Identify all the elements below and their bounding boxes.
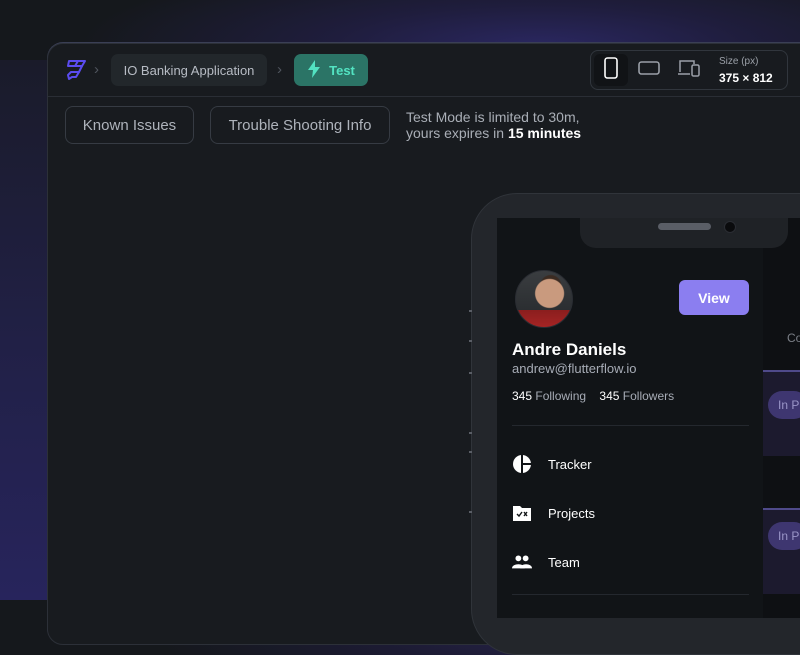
notice-prefix: yours expires in <box>406 125 508 141</box>
followers-label[interactable]: Followers <box>623 389 674 403</box>
menu-item-tracker[interactable]: Tracker <box>512 452 592 476</box>
profile-stats: 345 Following 345 Followers <box>512 389 674 403</box>
menu-item-projects[interactable]: Projects <box>512 501 595 525</box>
flutterflow-logo-icon[interactable] <box>64 58 88 82</box>
phone-side-button <box>469 432 472 434</box>
device-phone-button[interactable] <box>594 54 628 86</box>
device-tablet-button[interactable] <box>632 54 666 86</box>
background-glow-top <box>0 0 800 46</box>
notice-line-2: yours expires in 15 minutes <box>406 125 581 141</box>
phone-side-button <box>469 340 472 342</box>
breadcrumb-project[interactable]: IO Banking Application <box>111 54 267 86</box>
background-glow-left <box>0 60 48 600</box>
status-chip: In Pr <box>768 522 800 550</box>
phone-speaker <box>658 223 711 230</box>
drawer-divider <box>512 594 749 595</box>
following-label[interactable]: Following <box>535 389 586 403</box>
breadcrumb-chevron-icon: › <box>277 61 282 78</box>
profile-name: Andre Daniels <box>512 340 627 359</box>
team-icon <box>512 552 532 572</box>
menu-item-label: Projects <box>548 505 595 521</box>
test-mode-label: Test <box>329 62 355 78</box>
notice-time-remaining: 15 minutes <box>507 125 582 141</box>
status-chip: In Pr <box>768 391 800 419</box>
menu-item-team[interactable]: Team <box>512 550 580 574</box>
test-mode-button[interactable]: Test <box>294 54 368 86</box>
troubleshooting-info-button[interactable]: Trouble Shooting Info <box>210 106 390 144</box>
menu-item-label: Team <box>548 554 580 570</box>
profile-email: andrew@flutterflow.io <box>512 361 637 376</box>
phone-portrait-icon <box>604 56 618 84</box>
profile-avatar[interactable] <box>515 270 573 328</box>
project-card[interactable] <box>763 508 800 594</box>
background-page-header: Co <box>787 331 800 345</box>
breadcrumb-chevron-icon: › <box>94 61 99 78</box>
top-bar: › IO Banking Application › Test Size (px… <box>48 44 800 97</box>
size-value: 375 × 812 <box>719 71 773 85</box>
following-count: 345 <box>512 389 533 403</box>
tablet-landscape-icon <box>638 60 660 80</box>
test-mode-notice: Test Mode is limited to 30m, yours expir… <box>406 109 581 141</box>
lightning-icon <box>307 59 321 81</box>
phone-side-button <box>469 451 472 453</box>
phone-side-button <box>469 310 472 312</box>
size-label: Size (px) <box>719 56 759 67</box>
phone-camera <box>724 221 736 233</box>
view-profile-button[interactable]: View <box>679 280 749 315</box>
breadcrumb-project-label: IO Banking Application <box>123 62 255 78</box>
followers-count: 345 <box>599 389 620 403</box>
phone-side-button <box>469 372 472 374</box>
device-selector: Size (px) 375 × 812 <box>590 50 788 90</box>
notice-line-1: Test Mode is limited to 30m, <box>406 109 580 125</box>
known-issues-button[interactable]: Known Issues <box>65 106 194 144</box>
phone-side-button <box>469 511 472 513</box>
menu-item-label: Tracker <box>548 456 592 472</box>
drawer-divider <box>512 425 749 426</box>
folder-check-icon <box>512 503 532 523</box>
desktop-and-phone-icon <box>677 59 701 82</box>
device-desktop-button[interactable] <box>672 54 706 86</box>
pie-chart-icon <box>512 454 532 474</box>
